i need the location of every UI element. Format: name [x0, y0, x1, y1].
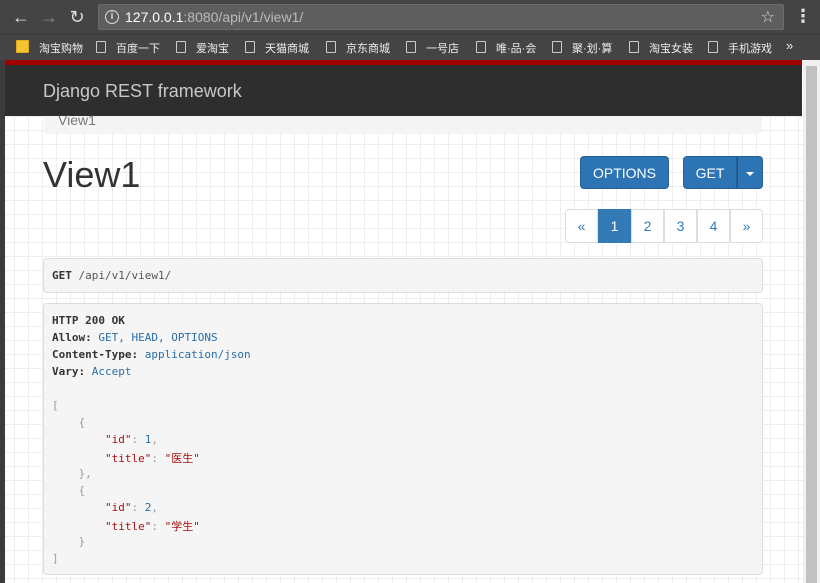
- page-icon: [245, 41, 255, 53]
- response-header: Allow: GET, HEAD, OPTIONS: [52, 331, 218, 344]
- json-bracket: ]: [52, 552, 59, 565]
- info-icon[interactable]: i: [105, 10, 119, 24]
- json-brace: {: [52, 484, 86, 497]
- request-method: GET: [52, 269, 72, 282]
- request-path: /api/v1/view1/: [78, 269, 172, 282]
- json-bracket: [: [52, 399, 59, 412]
- bookmark-item[interactable]: 天猫商城: [245, 40, 309, 56]
- response-status: HTTP 200 OK: [52, 314, 125, 327]
- response-header: Vary: Accept: [52, 365, 132, 378]
- browser-toolbar: ← → ↻ i 127.0.0.1:8080/api/v1/view1/ ☆ ⋮: [0, 0, 820, 34]
- page-icon: [176, 41, 186, 53]
- pagination-next[interactable]: »: [730, 209, 763, 243]
- page-left-edge: [0, 60, 5, 583]
- bookmark-item[interactable]: 聚·划·算: [552, 40, 612, 56]
- json-brace: },: [52, 467, 92, 480]
- page-icon: [406, 41, 416, 53]
- options-button[interactable]: OPTIONS: [580, 156, 669, 189]
- breadcrumb: View1: [44, 112, 762, 134]
- page-viewport: Django REST framework View1 View1 OPTION…: [0, 60, 803, 583]
- json-field: "id": 2,: [104, 501, 158, 514]
- page-icon: [476, 41, 486, 53]
- json-field: "id": 1,: [104, 433, 158, 446]
- pagination-prev[interactable]: «: [565, 209, 598, 243]
- forward-icon[interactable]: →: [38, 6, 60, 28]
- address-bar[interactable]: i 127.0.0.1:8080/api/v1/view1/ ☆: [98, 4, 784, 30]
- bookmark-item[interactable]: 手机游戏: [708, 40, 772, 56]
- pagination-page-3[interactable]: 3: [664, 209, 697, 243]
- page-title: View1: [43, 154, 141, 195]
- json-brace: {: [52, 416, 86, 429]
- bookmark-item[interactable]: 淘宝购物: [16, 40, 83, 56]
- bookmark-item[interactable]: 唯·品·会: [476, 40, 536, 56]
- url-host: 127.0.0.1: [125, 9, 184, 25]
- page-icon: [326, 41, 336, 53]
- bookmarks-bar: 淘宝购物 百度一下 爱淘宝 天猫商城 京东商城 一号店 唯·品·会 聚·划·算 …: [0, 34, 820, 61]
- reload-icon[interactable]: ↻: [66, 6, 88, 28]
- caret-down-icon: [746, 172, 754, 177]
- bookmark-star-icon[interactable]: ☆: [761, 7, 775, 27]
- breadcrumb-item[interactable]: View1: [58, 112, 96, 128]
- bookmark-item[interactable]: 爱淘宝: [176, 40, 229, 56]
- page-icon: [708, 41, 718, 53]
- page-icon: [96, 41, 106, 53]
- get-button[interactable]: GET: [683, 156, 737, 189]
- brand-link[interactable]: Django REST framework: [43, 81, 242, 102]
- page-icon: [552, 41, 562, 53]
- back-icon[interactable]: ←: [10, 6, 32, 28]
- url-path: :8080/api/v1/view1/: [183, 9, 304, 25]
- page-icon: [629, 41, 639, 53]
- request-info: GET /api/v1/view1/: [43, 258, 763, 293]
- response-info: HTTP 200 OK Allow: GET, HEAD, OPTIONS Co…: [43, 303, 763, 575]
- bookmarks-more-icon[interactable]: »: [786, 38, 793, 53]
- browser-menu-icon[interactable]: ⋮: [794, 6, 812, 26]
- folder-icon: [16, 40, 29, 53]
- bookmark-item[interactable]: 百度一下: [96, 40, 160, 56]
- vertical-scrollbar[interactable]: [803, 60, 820, 583]
- bookmark-item[interactable]: 淘宝女装: [629, 40, 693, 56]
- scrollbar-thumb[interactable]: [806, 66, 817, 583]
- url-text: 127.0.0.1:8080/api/v1/view1/: [125, 9, 303, 25]
- bookmark-item[interactable]: 一号店: [406, 40, 459, 56]
- json-brace: }: [52, 535, 86, 548]
- json-field: "title": "医生": [104, 452, 200, 465]
- navbar: Django REST framework: [5, 65, 802, 116]
- json-field: "title": "学生": [104, 520, 200, 533]
- get-format-dropdown[interactable]: [737, 156, 763, 189]
- pagination-page-4[interactable]: 4: [697, 209, 730, 243]
- response-header: Content-Type: application/json: [52, 348, 251, 361]
- bookmark-item[interactable]: 京东商城: [326, 40, 390, 56]
- pagination-page-2[interactable]: 2: [631, 209, 664, 243]
- pagination-page-1[interactable]: 1: [598, 209, 631, 243]
